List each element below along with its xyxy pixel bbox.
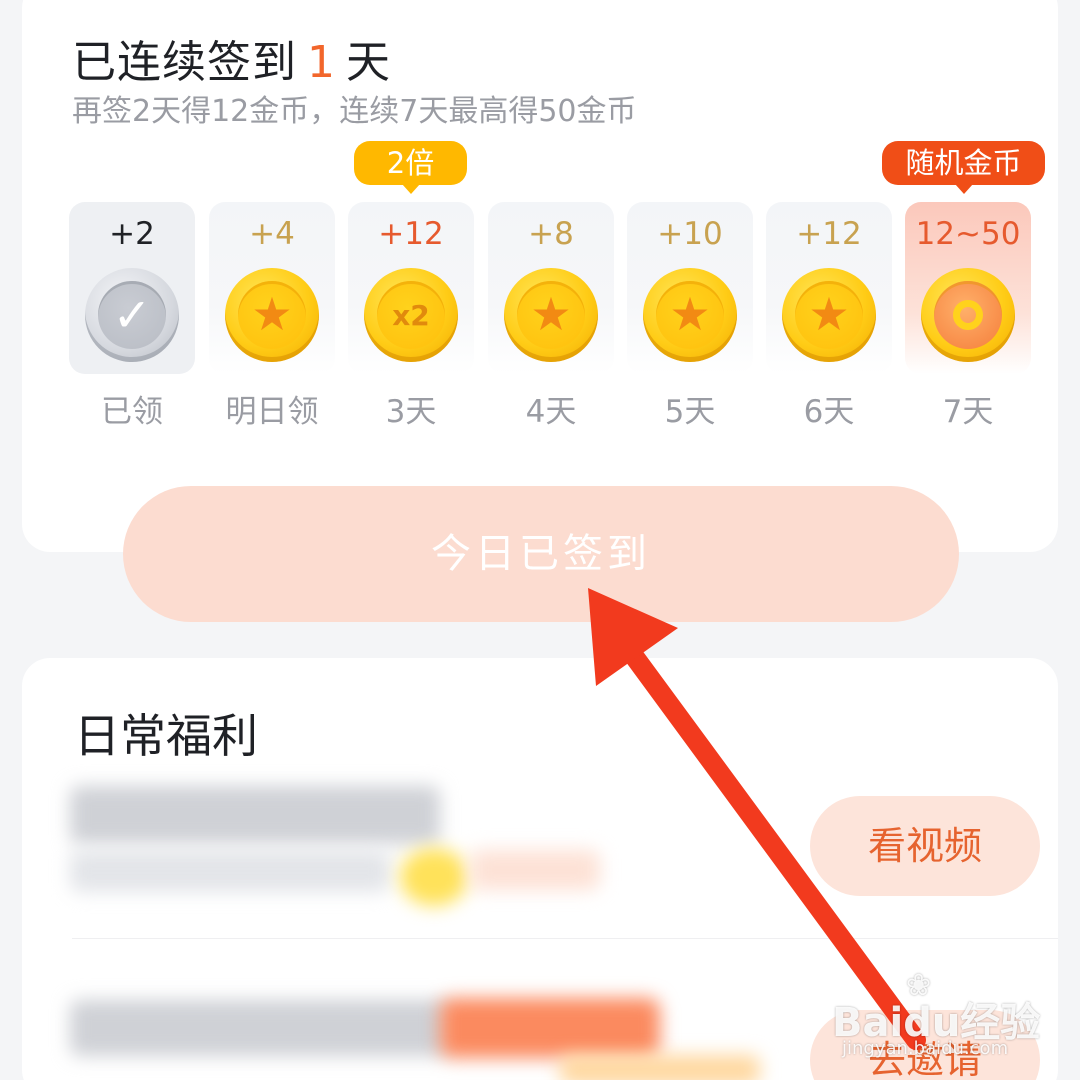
task-divider [72,938,1058,939]
random-coin-icon [921,268,1015,362]
day-4-cell: +8 ★ 4天 [488,202,614,430]
x2-icon: x2 [392,298,430,332]
watch-video-button[interactable]: 看视频 [810,796,1040,896]
double-reward-tag: 2倍 [354,141,467,194]
day-amount: +8 [528,216,574,252]
coin-icon: ★ [643,268,737,362]
day-amount: +10 [657,216,723,252]
dial-icon [953,300,983,330]
watermark-url: jingyan.baidu.com [842,1038,1009,1059]
signed-in-today-button[interactable]: 今日已签到 [123,486,959,622]
checkin-subtitle: 再签2天得12金币，连续7天最高得50金币 [72,94,637,129]
day-amount: +12 [378,216,444,252]
coin-icon: ★ [504,268,598,362]
blurred-task-desc [70,850,390,892]
day-5-cell: +10 ★ 5天 [627,202,753,430]
blurred-task-reward [560,1055,760,1080]
star-icon: ★ [669,287,711,341]
day-1-cell: +2 ✓ 已领 [69,202,195,430]
day-amount: 12~50 [915,216,1021,252]
blurred-task-title [70,786,440,844]
daily-benefits-title: 日常福利 [74,709,258,763]
blurred-task-reward [470,850,600,890]
star-icon: ★ [530,287,572,341]
title-prefix: 已连续签到 [72,37,297,88]
day-amount: +12 [796,216,862,252]
checkin-title: 已连续签到 1 天 [72,26,391,90]
double-coin-icon: x2 [364,268,458,362]
day-2-cell: +4 ★ 明日领 [209,202,335,430]
claimed-coin-icon: ✓ [85,268,179,362]
day-6-cell: +12 ★ 6天 [766,202,892,430]
baidu-watermark: ❀ Baidu经验 jingyan.baidu.com [832,968,1040,1080]
check-icon: ✓ [112,288,152,342]
title-suffix: 天 [346,37,391,88]
star-icon: ★ [251,287,293,341]
coin-icon: ★ [782,268,876,362]
coin-icon: ★ [225,268,319,362]
blurred-task-badge [440,998,660,1058]
star-icon: ★ [808,287,850,341]
day-3-cell: +12 x2 3天 [348,202,474,430]
blurred-task-title [70,1000,450,1056]
day-7-cell: 12~50 7天 [905,202,1031,430]
day-label: 7天 [942,394,994,430]
day-amount: +2 [109,216,155,252]
streak-count: 1 [307,37,336,88]
blurred-coin-icon [400,848,468,906]
day-amount: +4 [249,216,295,252]
random-coin-tag: 随机金币 [882,141,1045,194]
